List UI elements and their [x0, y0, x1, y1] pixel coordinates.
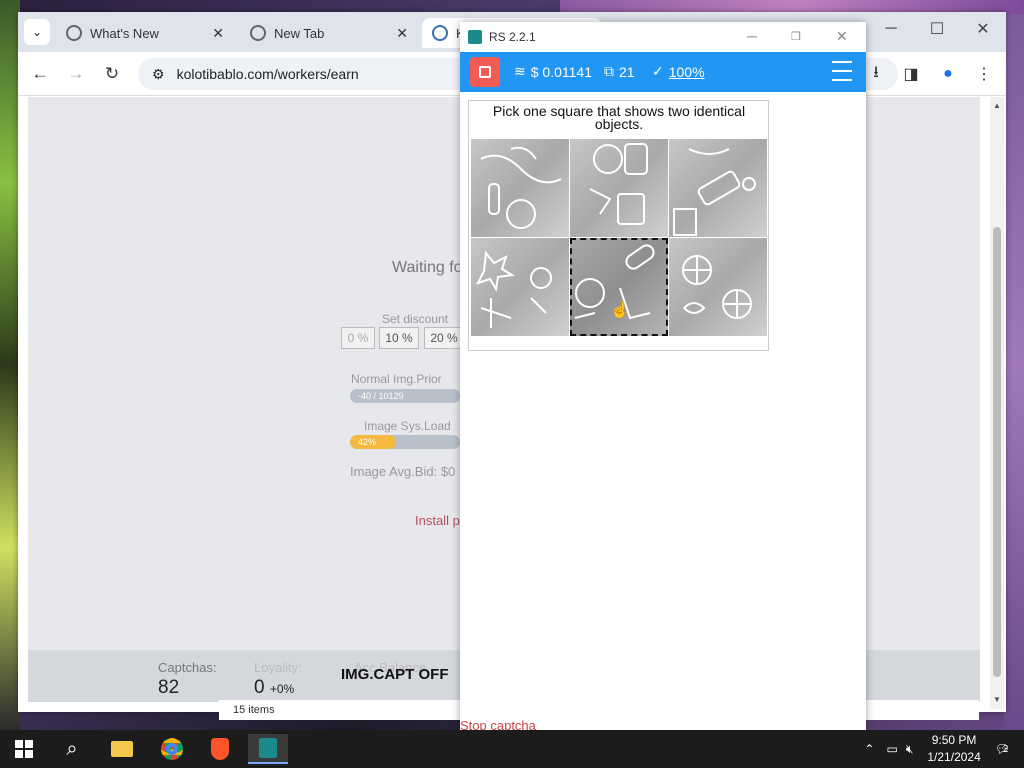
close-icon[interactable]: ✕: [960, 12, 1006, 46]
discount-label: Set discount: [382, 312, 449, 326]
waiting-text: Waiting fo: [392, 259, 463, 276]
tab-search-chevron-icon[interactable]: ⌄: [24, 19, 50, 45]
count-value: 21: [619, 63, 635, 80]
captchas-value: 82: [158, 677, 180, 698]
tab-label: New Tab: [274, 25, 325, 41]
system-tray: ⌃ ▭ 🔇︎ 9:50 PM 1/21/2024 💬︎ 2: [864, 730, 1024, 768]
close-icon[interactable]: ✕: [836, 28, 848, 45]
chevron-up-icon[interactable]: ⌃: [864, 742, 874, 756]
loyality-label: Loyality:: [254, 660, 302, 675]
taskbar: ⌕ ⌃ ▭ 🔇︎ 9:50 PM 1/21/2024 💬︎ 2: [0, 730, 1024, 768]
clock-time: 9:50 PM: [931, 733, 977, 747]
images-icon: ⧉: [604, 63, 614, 79]
back-icon[interactable]: ←: [28, 62, 52, 86]
more-menu-icon[interactable]: ⋮: [972, 62, 996, 86]
discount-0-button[interactable]: 0 %: [341, 327, 375, 349]
scrollbar-thumb[interactable]: [993, 227, 1001, 677]
reload-icon[interactable]: ↻: [100, 62, 124, 86]
tab-new-tab[interactable]: New Tab ✕: [240, 18, 418, 48]
notifications-icon[interactable]: 💬︎ 2: [995, 742, 1010, 756]
download-icon[interactable]: ⭳: [864, 62, 888, 86]
rs-popup-window: RS 2.2.1 ─ ❐ ✕ ≋ $ 0.01141 ⧉ 21 ✓ 100% P…: [460, 22, 866, 730]
forward-icon[interactable]: →: [64, 62, 88, 86]
captcha-prompt: Pick one square that shows two identical…: [492, 103, 746, 132]
rate-stat: ✓ 100%: [652, 63, 705, 80]
image-sys-load-label: Image Sys.Load: [364, 419, 451, 433]
scroll-up-icon[interactable]: ▲: [993, 101, 1001, 110]
rs-logo-icon: [468, 30, 482, 44]
volume-muted-icon[interactable]: 🔇︎: [906, 742, 914, 757]
stop-button[interactable]: [470, 57, 500, 87]
install-link[interactable]: Install p: [415, 513, 460, 528]
kolotibablo-favicon-icon: [432, 25, 448, 41]
popup-titlebar: RS 2.2.1 ─ ❐ ✕: [460, 22, 866, 52]
popup-status-bar: ≋ $ 0.01141 ⧉ 21 ✓ 100%: [460, 52, 866, 92]
close-icon[interactable]: ✕: [396, 25, 408, 42]
balance-value: $ 0.01141: [530, 63, 592, 80]
rs-taskbar-icon[interactable]: [248, 734, 288, 764]
url-text: kolotibablo.com/workers/earn: [176, 66, 359, 82]
start-button[interactable]: [4, 734, 44, 764]
tab-whats-new[interactable]: What's New ✕: [56, 18, 234, 48]
site-info-icon[interactable]: ⚙: [152, 66, 165, 83]
discount-20-button[interactable]: 20 %: [424, 327, 464, 349]
profile-icon[interactable]: ●: [936, 62, 960, 86]
restore-icon[interactable]: ❐: [791, 30, 801, 43]
tab-label: What's New: [90, 25, 159, 41]
captcha-tile-selected[interactable]: [570, 238, 668, 336]
stop-icon: [479, 66, 491, 78]
img-capt-status: IMG.CAPT OFF: [341, 666, 449, 683]
count-stat: ⧉ 21: [604, 63, 635, 80]
check-circle-icon: ✓: [652, 63, 664, 79]
scroll-down-icon[interactable]: ▼: [993, 695, 1001, 704]
captcha-tile[interactable]: [570, 139, 668, 237]
clock[interactable]: 9:50 PM 1/21/2024: [927, 732, 980, 766]
search-icon[interactable]: ⌕: [52, 734, 92, 764]
normal-img-priority-value: -40 / 10129: [350, 389, 460, 403]
maximize-icon[interactable]: ☐: [914, 12, 960, 46]
file-explorer-icon[interactable]: [102, 734, 142, 764]
captcha-tile[interactable]: [471, 238, 569, 336]
image-sys-load-bar: 42%: [350, 435, 460, 449]
loyality-value: 0 +0%: [254, 677, 295, 698]
desktop-wallpaper-left: [0, 0, 20, 730]
chrome-favicon-icon: [250, 25, 266, 41]
popup-bottom-hint[interactable]: Stop captcha: [460, 718, 866, 730]
coins-icon: ≋: [514, 63, 526, 79]
balance-stat: ≋ $ 0.01141: [514, 63, 592, 80]
rate-value[interactable]: 100%: [669, 64, 705, 80]
captchas-label: Captchas:: [158, 660, 217, 675]
desktop-wallpaper-right: [1004, 0, 1024, 730]
hamburger-menu-icon[interactable]: [832, 61, 852, 81]
discount-10-button[interactable]: 10 %: [379, 327, 419, 349]
window-controls: ─ ☐ ✕: [868, 12, 1006, 46]
mouse-cursor-icon: ☝: [610, 302, 630, 319]
clock-date: 1/21/2024: [927, 750, 981, 764]
normal-img-priority-bar: -40 / 10129: [350, 389, 460, 403]
image-sys-load-value: 42%: [350, 435, 397, 449]
brave-icon[interactable]: [200, 734, 240, 764]
chrome-icon[interactable]: [152, 734, 192, 764]
side-panel-icon[interactable]: ◨: [899, 62, 923, 86]
image-avg-bid: Image Avg.Bid: $0: [350, 464, 456, 479]
captcha-tile[interactable]: [669, 238, 767, 336]
page-scrollbar[interactable]: ▲ ▼: [990, 97, 1004, 709]
minimize-icon[interactable]: ─: [868, 12, 914, 46]
popup-title: RS 2.2.1: [489, 30, 536, 44]
captcha-tile[interactable]: [471, 139, 569, 237]
chrome-favicon-icon: [66, 25, 82, 41]
normal-img-priority-label: Normal Img.Prior: [351, 372, 442, 386]
minimize-icon[interactable]: ─: [747, 28, 757, 44]
close-icon[interactable]: ✕: [212, 25, 224, 42]
network-icon[interactable]: ▭: [886, 742, 897, 756]
windows-logo-icon: [15, 740, 33, 758]
captcha-tile[interactable]: [669, 139, 767, 237]
